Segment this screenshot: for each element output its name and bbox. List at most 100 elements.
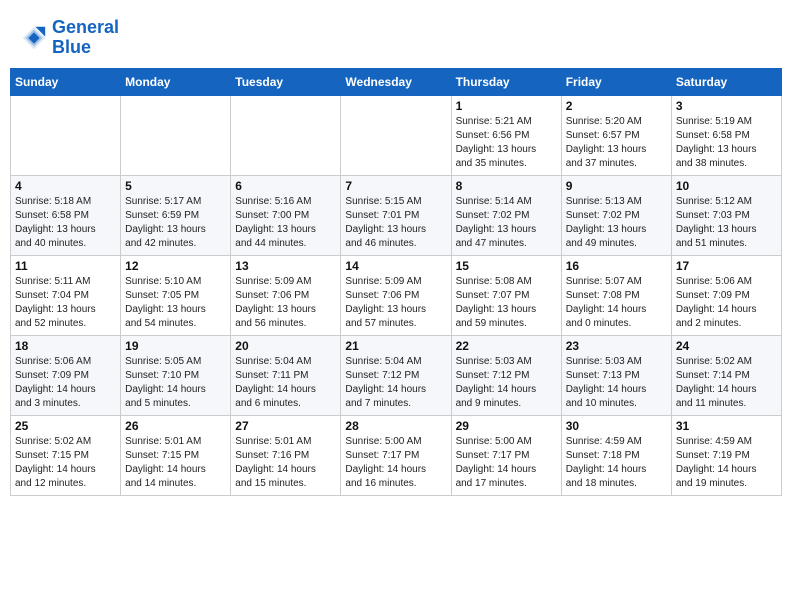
calendar-cell: 19 Sunrise: 5:05 AM Sunset: 7:10 PM Dayli… [121,335,231,415]
day-number: 18 [15,339,116,353]
day-info: Sunrise: 5:16 AM Sunset: 7:00 PM Dayligh… [235,195,336,251]
calendar-cell: 30 Sunrise: 4:59 AM Sunset: 7:18 PM Dayli… [561,415,671,495]
day-number: 2 [566,99,667,113]
day-number: 22 [456,339,557,353]
day-number: 10 [676,179,777,193]
calendar-week-row: 1 Sunrise: 5:21 AM Sunset: 6:56 PM Daylig… [11,95,782,175]
logo: General Blue [20,18,119,58]
day-info: Sunrise: 5:02 AM Sunset: 7:14 PM Dayligh… [676,355,777,411]
calendar-cell [231,95,341,175]
calendar-cell: 28 Sunrise: 5:00 AM Sunset: 7:17 PM Dayli… [341,415,451,495]
calendar-cell: 8Sunrise: 5:14 AM Sunset: 7:02 PM Daylig… [451,175,561,255]
day-number: 6 [235,179,336,193]
calendar-header-row: SundayMondayTuesdayWednesdayThursdayFrid… [11,68,782,95]
calendar-cell [341,95,451,175]
day-info: Sunrise: 5:20 AM Sunset: 6:57 PM Dayligh… [566,115,667,171]
calendar-week-row: 4 Sunrise: 5:18 AM Sunset: 6:58 PM Daylig… [11,175,782,255]
day-info: Sunrise: 5:21 AM Sunset: 6:56 PM Dayligh… [456,115,557,171]
day-info: Sunrise: 5:06 AM Sunset: 7:09 PM Dayligh… [15,355,116,411]
day-info: Sunrise: 5:09 AM Sunset: 7:06 PM Dayligh… [345,275,446,331]
calendar-cell [121,95,231,175]
calendar-week-row: 11 Sunrise: 5:11 AM Sunset: 7:04 PM Dayli… [11,255,782,335]
calendar-cell: 20Sunrise: 5:04 AM Sunset: 7:11 PM Dayli… [231,335,341,415]
day-info: Sunrise: 5:00 AM Sunset: 7:17 PM Dayligh… [456,435,557,491]
calendar-cell: 4 Sunrise: 5:18 AM Sunset: 6:58 PM Daylig… [11,175,121,255]
weekday-header: Thursday [451,68,561,95]
day-info: Sunrise: 5:18 AM Sunset: 6:58 PM Dayligh… [15,195,116,251]
day-info: Sunrise: 5:08 AM Sunset: 7:07 PM Dayligh… [456,275,557,331]
calendar-cell [11,95,121,175]
calendar-cell: 6 Sunrise: 5:16 AM Sunset: 7:00 PM Daylig… [231,175,341,255]
weekday-header: Tuesday [231,68,341,95]
day-info: Sunrise: 5:10 AM Sunset: 7:05 PM Dayligh… [125,275,226,331]
calendar-cell: 23 Sunrise: 5:03 AM Sunset: 7:13 PM Dayli… [561,335,671,415]
day-number: 16 [566,259,667,273]
calendar-cell: 2 Sunrise: 5:20 AM Sunset: 6:57 PM Daylig… [561,95,671,175]
day-info: Sunrise: 5:04 AM Sunset: 7:12 PM Dayligh… [345,355,446,411]
day-info: Sunrise: 5:14 AM Sunset: 7:02 PM Dayligh… [456,195,557,251]
calendar-cell: 3 Sunrise: 5:19 AM Sunset: 6:58 PM Daylig… [671,95,781,175]
day-info: Sunrise: 5:03 AM Sunset: 7:12 PM Dayligh… [456,355,557,411]
day-number: 3 [676,99,777,113]
weekday-header: Saturday [671,68,781,95]
day-number: 5 [125,179,226,193]
calendar-cell: 14 Sunrise: 5:09 AM Sunset: 7:06 PM Dayli… [341,255,451,335]
calendar-week-row: 18 Sunrise: 5:06 AM Sunset: 7:09 PM Dayli… [11,335,782,415]
calendar-cell: 11 Sunrise: 5:11 AM Sunset: 7:04 PM Dayli… [11,255,121,335]
calendar-cell: 27 Sunrise: 5:01 AM Sunset: 7:16 PM Dayli… [231,415,341,495]
day-info: Sunrise: 5:19 AM Sunset: 6:58 PM Dayligh… [676,115,777,171]
day-number: 15 [456,259,557,273]
weekday-header: Monday [121,68,231,95]
calendar-cell: 7Sunrise: 5:15 AM Sunset: 7:01 PM Daylig… [341,175,451,255]
day-info: Sunrise: 5:15 AM Sunset: 7:01 PM Dayligh… [345,195,446,251]
day-info: Sunrise: 5:06 AM Sunset: 7:09 PM Dayligh… [676,275,777,331]
day-info: Sunrise: 5:11 AM Sunset: 7:04 PM Dayligh… [15,275,116,331]
day-info: Sunrise: 4:59 AM Sunset: 7:18 PM Dayligh… [566,435,667,491]
day-number: 20 [235,339,336,353]
logo-text: General [52,18,119,38]
day-info: Sunrise: 5:07 AM Sunset: 7:08 PM Dayligh… [566,275,667,331]
day-info: Sunrise: 5:00 AM Sunset: 7:17 PM Dayligh… [345,435,446,491]
day-info: Sunrise: 5:01 AM Sunset: 7:15 PM Dayligh… [125,435,226,491]
calendar-cell: 26 Sunrise: 5:01 AM Sunset: 7:15 PM Dayli… [121,415,231,495]
day-info: Sunrise: 5:02 AM Sunset: 7:15 PM Dayligh… [15,435,116,491]
day-number: 21 [345,339,446,353]
calendar-cell: 17Sunrise: 5:06 AM Sunset: 7:09 PM Dayli… [671,255,781,335]
day-info: Sunrise: 5:17 AM Sunset: 6:59 PM Dayligh… [125,195,226,251]
day-number: 23 [566,339,667,353]
day-number: 27 [235,419,336,433]
calendar-cell: 13Sunrise: 5:09 AM Sunset: 7:06 PM Dayli… [231,255,341,335]
weekday-header: Friday [561,68,671,95]
logo-text2: Blue [52,38,119,58]
day-number: 14 [345,259,446,273]
day-number: 28 [345,419,446,433]
day-info: Sunrise: 5:12 AM Sunset: 7:03 PM Dayligh… [676,195,777,251]
calendar-week-row: 25Sunrise: 5:02 AM Sunset: 7:15 PM Dayli… [11,415,782,495]
day-info: Sunrise: 5:05 AM Sunset: 7:10 PM Dayligh… [125,355,226,411]
day-number: 4 [15,179,116,193]
day-number: 26 [125,419,226,433]
day-number: 11 [15,259,116,273]
day-number: 31 [676,419,777,433]
day-info: Sunrise: 4:59 AM Sunset: 7:19 PM Dayligh… [676,435,777,491]
calendar-cell: 15 Sunrise: 5:08 AM Sunset: 7:07 PM Dayli… [451,255,561,335]
day-number: 19 [125,339,226,353]
day-info: Sunrise: 5:13 AM Sunset: 7:02 PM Dayligh… [566,195,667,251]
day-number: 12 [125,259,226,273]
day-number: 9 [566,179,667,193]
calendar-cell: 1 Sunrise: 5:21 AM Sunset: 6:56 PM Daylig… [451,95,561,175]
calendar-cell: 25Sunrise: 5:02 AM Sunset: 7:15 PM Dayli… [11,415,121,495]
day-number: 1 [456,99,557,113]
calendar-cell: 22 Sunrise: 5:03 AM Sunset: 7:12 PM Dayli… [451,335,561,415]
calendar-cell: 21 Sunrise: 5:04 AM Sunset: 7:12 PM Dayli… [341,335,451,415]
day-info: Sunrise: 5:01 AM Sunset: 7:16 PM Dayligh… [235,435,336,491]
calendar-cell: 24Sunrise: 5:02 AM Sunset: 7:14 PM Dayli… [671,335,781,415]
day-info: Sunrise: 5:03 AM Sunset: 7:13 PM Dayligh… [566,355,667,411]
calendar-cell: 9 Sunrise: 5:13 AM Sunset: 7:02 PM Daylig… [561,175,671,255]
calendar: SundayMondayTuesdayWednesdayThursdayFrid… [10,68,782,496]
day-number: 30 [566,419,667,433]
calendar-cell: 18 Sunrise: 5:06 AM Sunset: 7:09 PM Dayli… [11,335,121,415]
day-number: 29 [456,419,557,433]
calendar-cell: 31 Sunrise: 4:59 AM Sunset: 7:19 PM Dayli… [671,415,781,495]
weekday-header: Sunday [11,68,121,95]
